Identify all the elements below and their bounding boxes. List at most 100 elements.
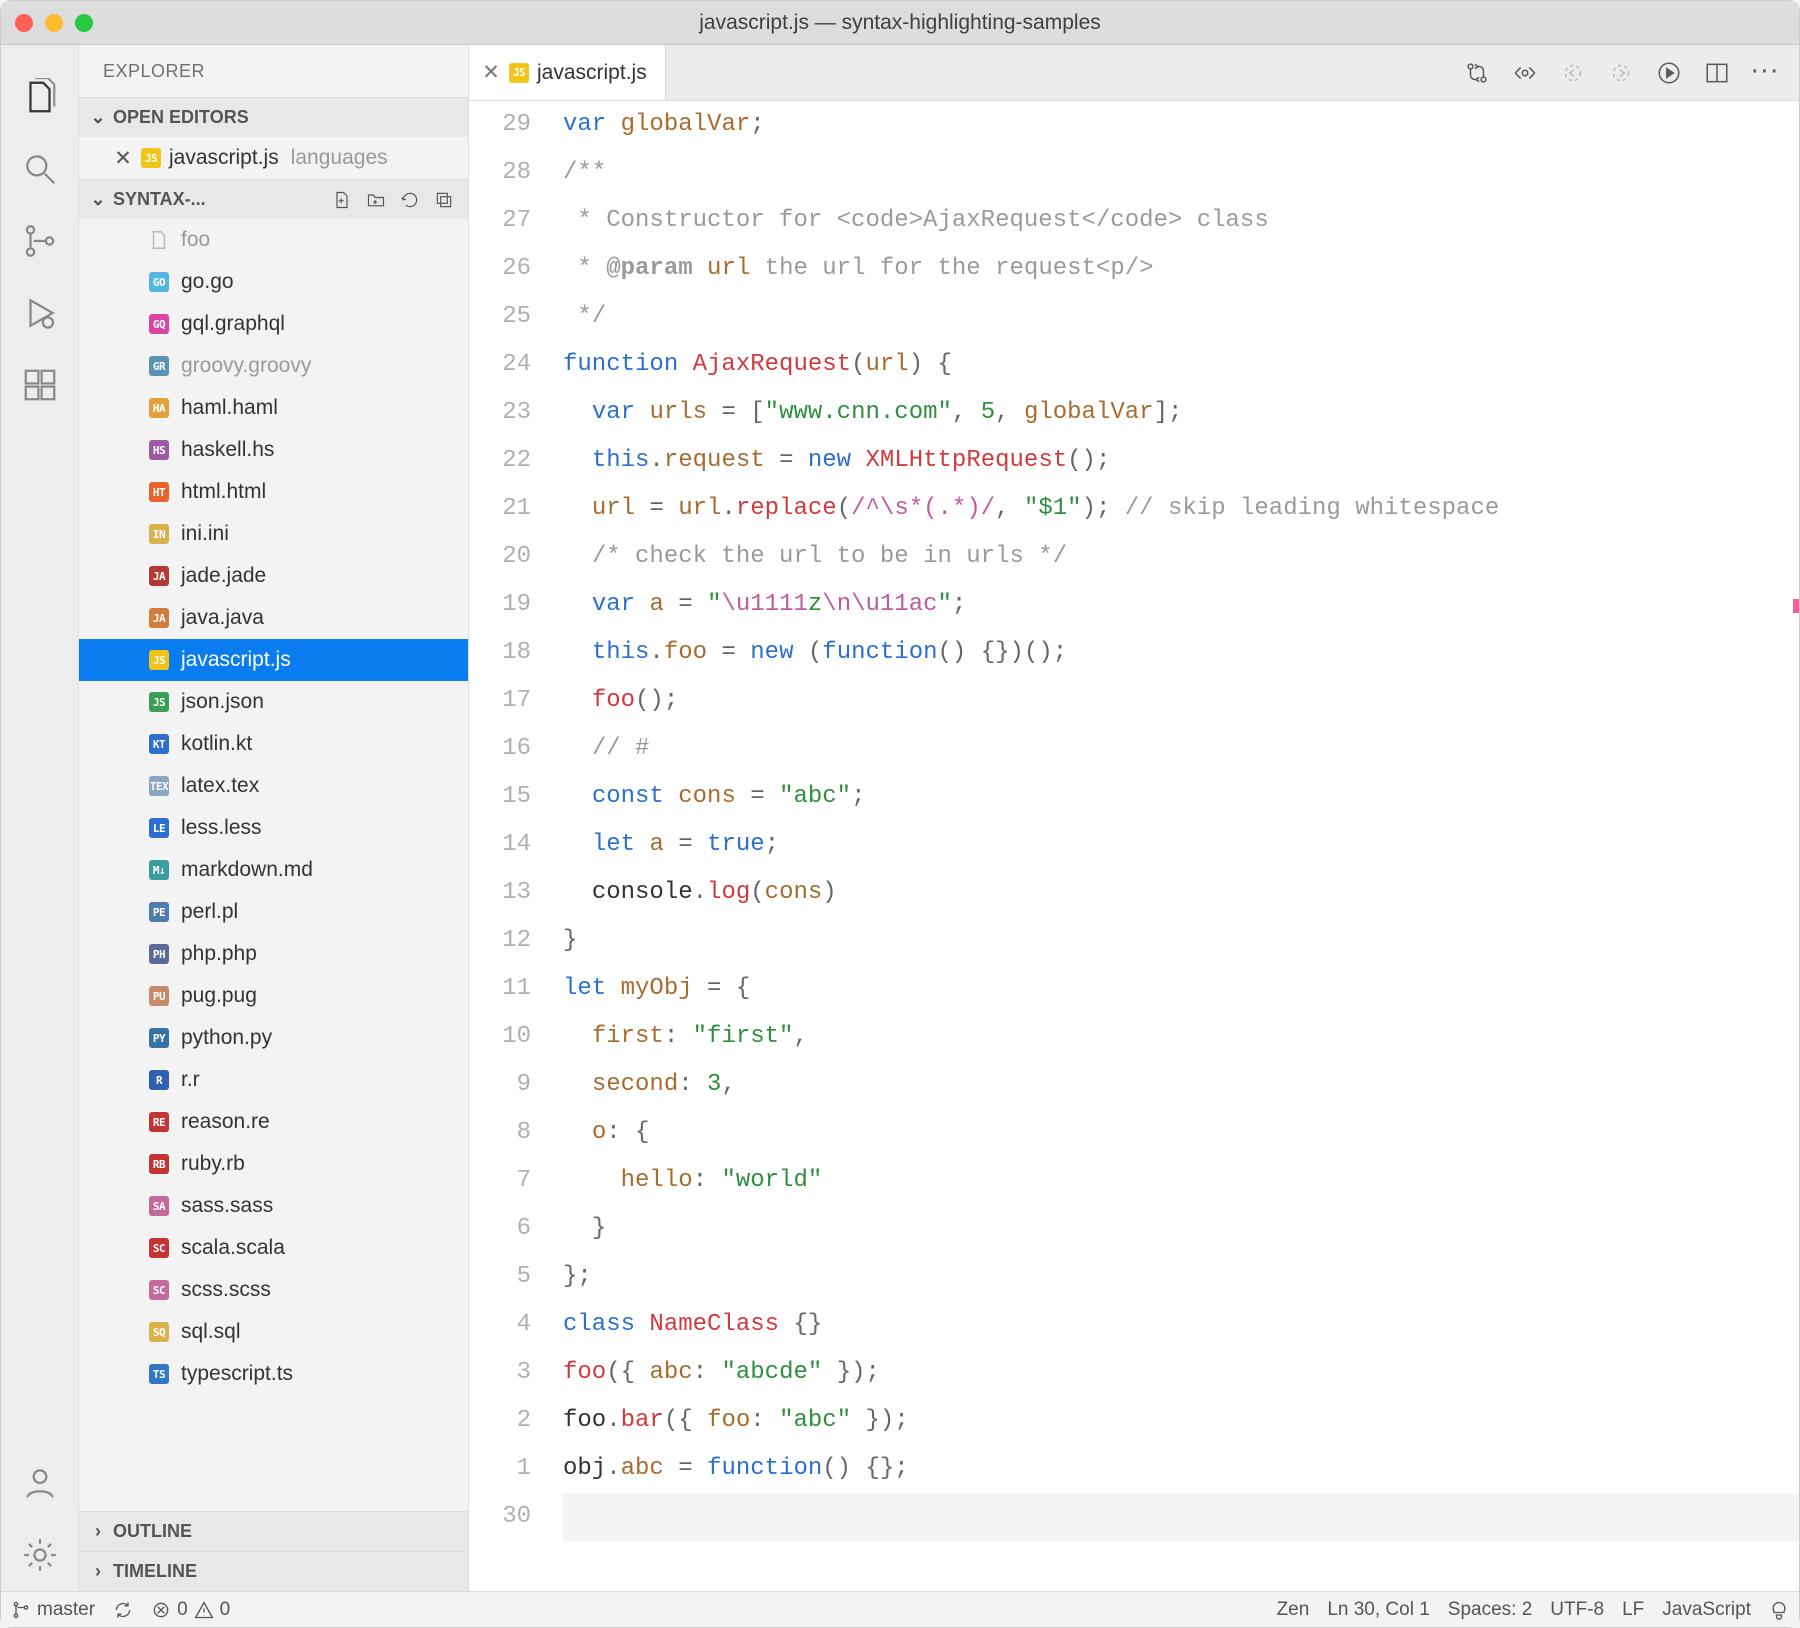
timeline-label: TIMELINE xyxy=(113,1561,458,1582)
file-name: php.php xyxy=(181,942,257,966)
file-item[interactable]: SCscala.scala xyxy=(79,1227,468,1269)
file-item[interactable]: HThtml.html xyxy=(79,471,468,513)
file-item[interactable]: GOgo.go xyxy=(79,261,468,303)
window-minimize-button[interactable] xyxy=(45,14,63,32)
status-indent[interactable]: Spaces: 2 xyxy=(1448,1599,1533,1621)
activity-git-icon[interactable] xyxy=(1,205,79,277)
window-close-button[interactable] xyxy=(15,14,33,32)
activity-extensions-icon[interactable] xyxy=(1,349,79,421)
activity-settings-icon[interactable] xyxy=(1,1519,79,1591)
status-branch[interactable]: master xyxy=(11,1599,95,1621)
file-item[interactable]: GQ gql.graphql xyxy=(79,303,468,345)
split-editor-icon[interactable] xyxy=(1704,60,1730,86)
open-editors-header[interactable]: ⌄ OPEN EDITORS xyxy=(79,97,468,137)
file-item[interactable]: KTkotlin.kt xyxy=(79,723,468,765)
file-name: javascript.js xyxy=(181,648,291,672)
file-item[interactable]: INini.ini xyxy=(79,513,468,555)
new-file-icon[interactable] xyxy=(328,190,356,210)
status-problems[interactable]: 0 0 xyxy=(151,1599,230,1621)
scala-icon: SC xyxy=(147,1236,171,1260)
file-name: ruby.rb xyxy=(181,1152,245,1176)
file-item[interactable]: GRgroovy.groovy xyxy=(79,345,468,387)
file-item[interactable]: M↓markdown.md xyxy=(79,849,468,891)
status-language[interactable]: JavaScript xyxy=(1662,1599,1751,1621)
md-icon: M↓ xyxy=(147,858,171,882)
file-item[interactable]: HAhaml.haml xyxy=(79,387,468,429)
status-feedback-icon[interactable] xyxy=(1769,1600,1789,1620)
new-folder-icon[interactable] xyxy=(362,190,390,210)
activity-account-icon[interactable] xyxy=(1,1447,79,1519)
sass-icon: SA xyxy=(147,1194,171,1218)
file-name: ini.ini xyxy=(181,522,229,546)
file-item[interactable]: SCscss.scss xyxy=(79,1269,468,1311)
run-next-icon[interactable] xyxy=(1608,60,1634,86)
status-position[interactable]: Ln 30, Col 1 xyxy=(1327,1599,1429,1621)
refresh-icon[interactable] xyxy=(396,190,424,210)
file-name: gql.graphql xyxy=(181,312,285,336)
open-changes-icon[interactable] xyxy=(1512,60,1538,86)
outline-header[interactable]: › OUTLINE xyxy=(79,1511,468,1551)
run-icon[interactable] xyxy=(1656,60,1682,86)
json-icon: JS xyxy=(147,690,171,714)
file-item[interactable]: JAjava.java xyxy=(79,597,468,639)
file-name: html.html xyxy=(181,480,266,504)
file-item[interactable]: JS javascript.js xyxy=(79,639,468,681)
file-name: latex.tex xyxy=(181,774,259,798)
file-item[interactable]: PEperl.pl xyxy=(79,891,468,933)
timeline-header[interactable]: › TIMELINE xyxy=(79,1551,468,1591)
gql-icon: GQ xyxy=(147,312,171,336)
file-item[interactable]: foo xyxy=(79,219,468,261)
open-editor-name: javascript.js xyxy=(169,146,279,170)
file-item[interactable]: TStypescript.ts xyxy=(79,1353,468,1395)
file-item[interactable]: Rr.r xyxy=(79,1059,468,1101)
close-icon[interactable]: ✕ xyxy=(113,146,133,171)
status-encoding[interactable]: UTF-8 xyxy=(1550,1599,1604,1621)
project-header[interactable]: ⌄ SYNTAX-... xyxy=(79,179,468,219)
open-editors-list: ✕ JS javascript.js languages xyxy=(79,137,468,179)
status-sync[interactable] xyxy=(113,1600,133,1620)
file-tree[interactable]: fooGOgo.go GQ gql.graphql GRgroovy.groovyHA… xyxy=(79,219,468,1511)
file-icon xyxy=(147,228,171,252)
file-item[interactable]: TEX latex.tex xyxy=(79,765,468,807)
file-item[interactable]: JSjson.json xyxy=(79,681,468,723)
file-item[interactable]: RBruby.rb xyxy=(79,1143,468,1185)
chevron-right-icon: › xyxy=(89,1521,107,1542)
file-item[interactable]: SQ sql.sql xyxy=(79,1311,468,1353)
file-item[interactable]: SAsass.sass xyxy=(79,1185,468,1227)
activity-search-icon[interactable] xyxy=(1,133,79,205)
tab-javascript[interactable]: ✕ JS javascript.js xyxy=(469,45,666,100)
status-eol[interactable]: LF xyxy=(1622,1599,1644,1621)
code-editor[interactable]: 2928272625242322212019181716151413121110… xyxy=(469,101,1799,1591)
file-item[interactable]: PYpython.py xyxy=(79,1017,468,1059)
chevron-down-icon: ⌄ xyxy=(89,189,107,210)
tex-icon: TEX xyxy=(147,774,171,798)
more-icon[interactable]: ··· xyxy=(1752,61,1781,84)
file-name: pug.pug xyxy=(181,984,257,1008)
run-prev-icon[interactable] xyxy=(1560,60,1586,86)
git-compare-icon[interactable] xyxy=(1464,60,1490,86)
close-icon[interactable]: ✕ xyxy=(481,60,501,85)
py-icon: PY xyxy=(147,1026,171,1050)
collapse-all-icon[interactable] xyxy=(430,190,458,210)
file-item[interactable]: JAjade.jade xyxy=(79,555,468,597)
file-item[interactable]: REreason.re xyxy=(79,1101,468,1143)
js-icon: JS xyxy=(509,63,529,83)
status-mode[interactable]: Zen xyxy=(1277,1599,1310,1621)
file-item[interactable]: PHphp.php xyxy=(79,933,468,975)
open-editor-item[interactable]: ✕ JS javascript.js languages xyxy=(79,137,468,179)
sql-icon: SQ xyxy=(147,1320,171,1344)
js-icon: JS xyxy=(147,648,171,672)
window-zoom-button[interactable] xyxy=(75,14,93,32)
activity-debug-icon[interactable] xyxy=(1,277,79,349)
project-label: SYNTAX-... xyxy=(113,189,322,210)
file-name: sql.sql xyxy=(181,1320,241,1344)
activity-explorer-icon[interactable] xyxy=(1,61,79,133)
file-item[interactable]: PUpug.pug xyxy=(79,975,468,1017)
file-item[interactable]: HShaskell.hs xyxy=(79,429,468,471)
file-name: jade.jade xyxy=(181,564,266,588)
file-name: haskell.hs xyxy=(181,438,274,462)
file-name: r.r xyxy=(181,1068,200,1092)
file-item[interactable]: LEless.less xyxy=(79,807,468,849)
less-icon: LE xyxy=(147,816,171,840)
code-lines[interactable]: var globalVar;/** * Constructor for <cod… xyxy=(559,101,1799,1591)
